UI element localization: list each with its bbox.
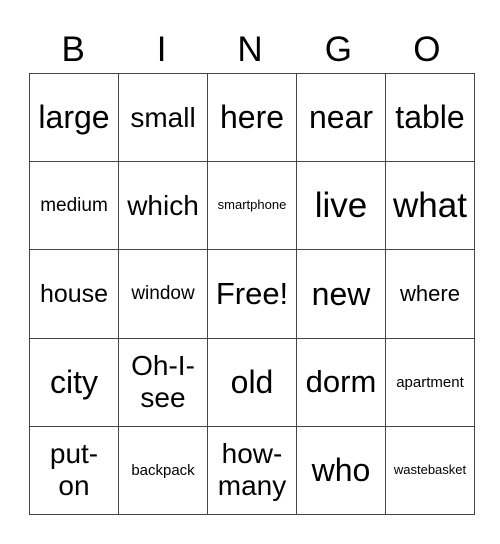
bingo-cell[interactable]: Free! — [207, 249, 297, 339]
bingo-cell[interactable]: large — [29, 72, 119, 163]
bingo-cell-line: how- — [221, 438, 283, 470]
bingo-cell[interactable]: what — [385, 161, 475, 251]
bingo-cell-line: Oh-I- — [131, 349, 195, 381]
bingo-grid: large small here near table medium which smartp… — [29, 72, 475, 516]
bingo-cell-text: house — [39, 279, 109, 308]
bingo-cell-line: many — [217, 470, 287, 502]
bingo-row: house window Free! new where — [29, 249, 475, 339]
bingo-row: city Oh-I-see old dorm apartment — [29, 337, 475, 427]
bingo-cell-text: here — [219, 99, 285, 136]
bingo-cell-line: see — [140, 382, 186, 414]
bingo-cell-line: on — [58, 470, 90, 502]
bingo-cell-line: put- — [49, 438, 99, 470]
bingo-cell-text: Free! — [215, 276, 289, 312]
header-letter-n: N — [237, 30, 263, 69]
bingo-cell-text: who — [311, 451, 371, 488]
bingo-cell[interactable]: apartment — [385, 337, 475, 427]
bingo-cell-text: new — [311, 275, 371, 312]
bingo-cell[interactable]: table — [385, 72, 475, 163]
bingo-cell[interactable]: near — [296, 72, 386, 163]
bingo-cell[interactable]: city — [29, 337, 119, 427]
bingo-cell[interactable]: medium — [29, 161, 119, 251]
bingo-cell[interactable]: house — [29, 249, 119, 339]
header-letter-b: B — [61, 30, 85, 69]
bingo-cell-text: backpack — [131, 461, 195, 479]
bingo-row: put-on backpack how-many who wastebasket — [29, 425, 475, 516]
header-letter-g: G — [324, 30, 353, 69]
bingo-cell-text: medium — [40, 194, 108, 216]
header-letter-o: O — [413, 30, 441, 69]
bingo-cell[interactable]: window — [118, 249, 208, 339]
bingo-cell-text: live — [314, 185, 368, 225]
bingo-cell[interactable]: backpack — [118, 425, 208, 516]
bingo-cell[interactable]: how-many — [207, 425, 297, 516]
bingo-cell-text: near — [308, 99, 374, 136]
bingo-cell-text: wastebasket — [393, 461, 467, 477]
bingo-header: B I N G O — [29, 28, 471, 72]
bingo-cell[interactable]: live — [296, 161, 386, 251]
bingo-cell[interactable]: who — [296, 425, 386, 516]
bingo-cell-text: dorm — [305, 364, 377, 400]
bingo-cell-text: table — [395, 99, 465, 136]
bingo-cell[interactable]: small — [118, 72, 208, 163]
bingo-row: large small here near table — [29, 72, 475, 163]
bingo-cell-text: smartphone — [217, 197, 287, 213]
bingo-cell-text: old — [230, 363, 274, 400]
bingo-cell-text: small — [130, 101, 196, 133]
bingo-cell[interactable]: which — [118, 161, 208, 251]
bingo-cell-text: apartment — [396, 373, 464, 391]
bingo-cell-text: window — [131, 283, 195, 305]
bingo-cell[interactable]: put-on — [29, 425, 119, 516]
bingo-cell-text: which — [127, 189, 199, 221]
bingo-cell-text: what — [393, 185, 467, 225]
bingo-cell-text: city — [50, 363, 98, 400]
bingo-cell-text: large — [38, 99, 110, 136]
bingo-cell[interactable]: wastebasket — [385, 425, 475, 516]
bingo-cell[interactable]: here — [207, 72, 297, 163]
header-letter-i: I — [156, 30, 167, 69]
bingo-cell[interactable]: new — [296, 249, 386, 339]
bingo-cell[interactable]: Oh-I-see — [118, 337, 208, 427]
bingo-cell[interactable]: smartphone — [207, 161, 297, 251]
bingo-cell[interactable]: dorm — [296, 337, 386, 427]
bingo-cell[interactable]: old — [207, 337, 297, 427]
bingo-row: medium which smartphone live what — [29, 161, 475, 251]
bingo-cell-text: where — [400, 281, 460, 307]
bingo-cell[interactable]: where — [385, 249, 475, 339]
